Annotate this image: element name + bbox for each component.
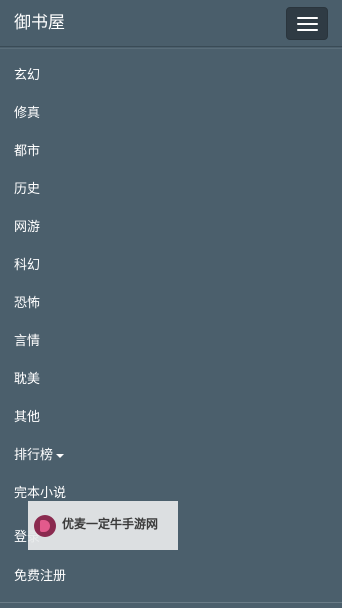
menu-item-xuanhuan[interactable]: 玄幻	[14, 67, 40, 85]
navbar: 御书屋	[0, 0, 342, 47]
caret-down-icon	[56, 453, 65, 458]
menu-toggle-button[interactable]	[286, 7, 328, 40]
watermark-overlay: 优麦一定牛手游网	[28, 501, 178, 550]
menu-item-lishi[interactable]: 历史	[14, 181, 40, 199]
bottom-divider	[0, 602, 342, 603]
ranking-label: 排行榜	[14, 448, 54, 463]
menu-item-yanqing[interactable]: 言情	[14, 333, 40, 351]
watermark-logo-icon	[34, 515, 56, 537]
menu-item-ranking-dropdown[interactable]: 排行榜	[14, 447, 65, 465]
menu-item-kehuan[interactable]: 科幻	[14, 257, 40, 275]
nav-menu: 玄幻 修真 都市 历史 网游 科幻 恐怖 言情 耽美 其他 排行榜 完本小说 登…	[0, 48, 342, 584]
watermark-text: 优麦一定牛手游网	[62, 517, 159, 531]
menu-item-wangyou[interactable]: 网游	[14, 219, 40, 237]
menu-item-danmei[interactable]: 耽美	[14, 371, 40, 389]
menu-item-kongbu[interactable]: 恐怖	[14, 295, 40, 313]
menu-item-xiuzhen[interactable]: 修真	[14, 105, 40, 123]
menu-item-dushi[interactable]: 都市	[14, 143, 40, 161]
menu-item-qita[interactable]: 其他	[14, 409, 40, 427]
site-brand[interactable]: 御书屋	[14, 12, 65, 34]
menu-item-register[interactable]: 免费注册	[14, 568, 66, 586]
